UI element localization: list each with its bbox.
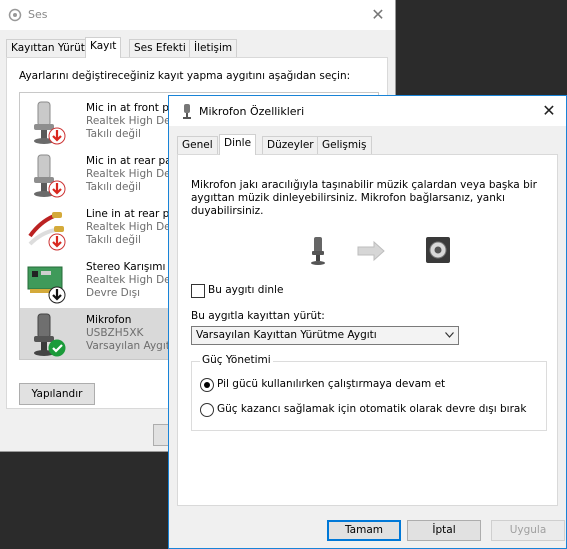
microphone-icon [311, 237, 325, 265]
recording-instruction: Ayarlarını değiştireceğiniz kayıt yapma … [19, 70, 351, 82]
listen-tab-panel: Mikrofon jakı aracılığıyla taşınabilir m… [177, 154, 558, 506]
chevron-down-icon [445, 332, 454, 338]
device-status: Takılı değil [86, 181, 141, 193]
microphone-icon [34, 101, 66, 145]
microphone-properties-title: Mikrofon Özellikleri [199, 105, 305, 118]
device-name: Mic in at front pa [86, 102, 176, 114]
device-driver: Realtek High Def [86, 115, 175, 127]
device-name: Mikrofon [86, 314, 132, 326]
listen-flow-illustration [311, 237, 450, 265]
line-in-cable-icon [28, 212, 66, 251]
tab-advanced[interactable]: Gelişmiş [317, 136, 372, 154]
speaker-icon [426, 237, 450, 263]
playback-device-value: Varsayılan Kayıttan Yürütme Aygıtı [196, 329, 377, 341]
radio-label: Pil gücü kullanılırken çalıştırmaya deva… [217, 378, 446, 390]
device-driver: Realtek High Def [86, 168, 175, 180]
microphone-properties-titlebar[interactable]: Mikrofon Özellikleri ✕ [169, 96, 566, 126]
playback-device-label: Bu aygıtla kayıttan yürüt: [191, 310, 325, 322]
device-status: Takılı değil [86, 128, 141, 140]
cancel-button[interactable]: İptal [407, 520, 481, 541]
device-status: Takılı değil [86, 234, 141, 246]
microphone-icon [34, 154, 66, 198]
apply-button[interactable]: Uygula [491, 520, 565, 541]
microphone-icon [34, 313, 66, 357]
power-management-legend: Güç Yönetimi [200, 354, 273, 366]
device-name: Stereo Karışımı [86, 261, 166, 273]
sound-window-titlebar[interactable]: Ses ✕ [0, 0, 395, 30]
sound-card-icon [27, 266, 66, 304]
speaker-settings-icon [8, 8, 22, 22]
radio-auto-disable[interactable] [200, 403, 214, 417]
microphone-icon [183, 104, 191, 119]
radio-continue-on-battery[interactable] [200, 378, 214, 392]
listen-to-device-checkbox[interactable] [191, 284, 205, 298]
tab-levels[interactable]: Düzeyler [262, 136, 319, 154]
microphone-properties-dialog: Mikrofon Özellikleri ✕ Genel Dinle Düzey… [168, 95, 567, 549]
listen-to-device-label: Bu aygıtı dinle [208, 284, 284, 296]
listen-description: Mikrofon jakı aracılığıyla taşınabilir m… [191, 179, 537, 217]
device-name: Line in at rear pa [86, 208, 176, 220]
device-driver: Realtek High Def [86, 274, 175, 286]
device-name: Mic in at rear pa [86, 155, 172, 167]
radio-label: Güç kazancı sağlamak için otomatik olara… [217, 403, 527, 415]
playback-device-select[interactable]: Varsayılan Kayıttan Yürütme Aygıtı [191, 326, 459, 345]
sound-window-title: Ses [28, 8, 48, 21]
tab-playback[interactable]: Kayıttan Yürüt [6, 39, 90, 57]
microphone-properties-close-button[interactable]: ✕ [532, 96, 566, 126]
tab-recording[interactable]: Kayıt [85, 37, 122, 58]
configure-button[interactable]: Yapılandır [19, 383, 95, 405]
tab-general[interactable]: Genel [177, 136, 218, 154]
arrow-right-icon [357, 240, 385, 262]
device-driver: Realtek High Def [86, 221, 175, 233]
tab-communications[interactable]: İletişim [189, 39, 238, 57]
tab-sound-effects[interactable]: Ses Efekti [129, 39, 191, 57]
power-management-group: Güç Yönetimi Pil gücü kullanılırken çalı… [191, 354, 547, 431]
device-status: Varsayılan Aygıt [86, 340, 170, 352]
tab-listen[interactable]: Dinle [219, 134, 257, 155]
device-status: Devre Dışı [86, 287, 141, 299]
device-driver: USBZH5XK [86, 327, 144, 339]
ok-button[interactable]: Tamam [327, 520, 401, 541]
sound-window-close-button[interactable]: ✕ [361, 0, 395, 30]
